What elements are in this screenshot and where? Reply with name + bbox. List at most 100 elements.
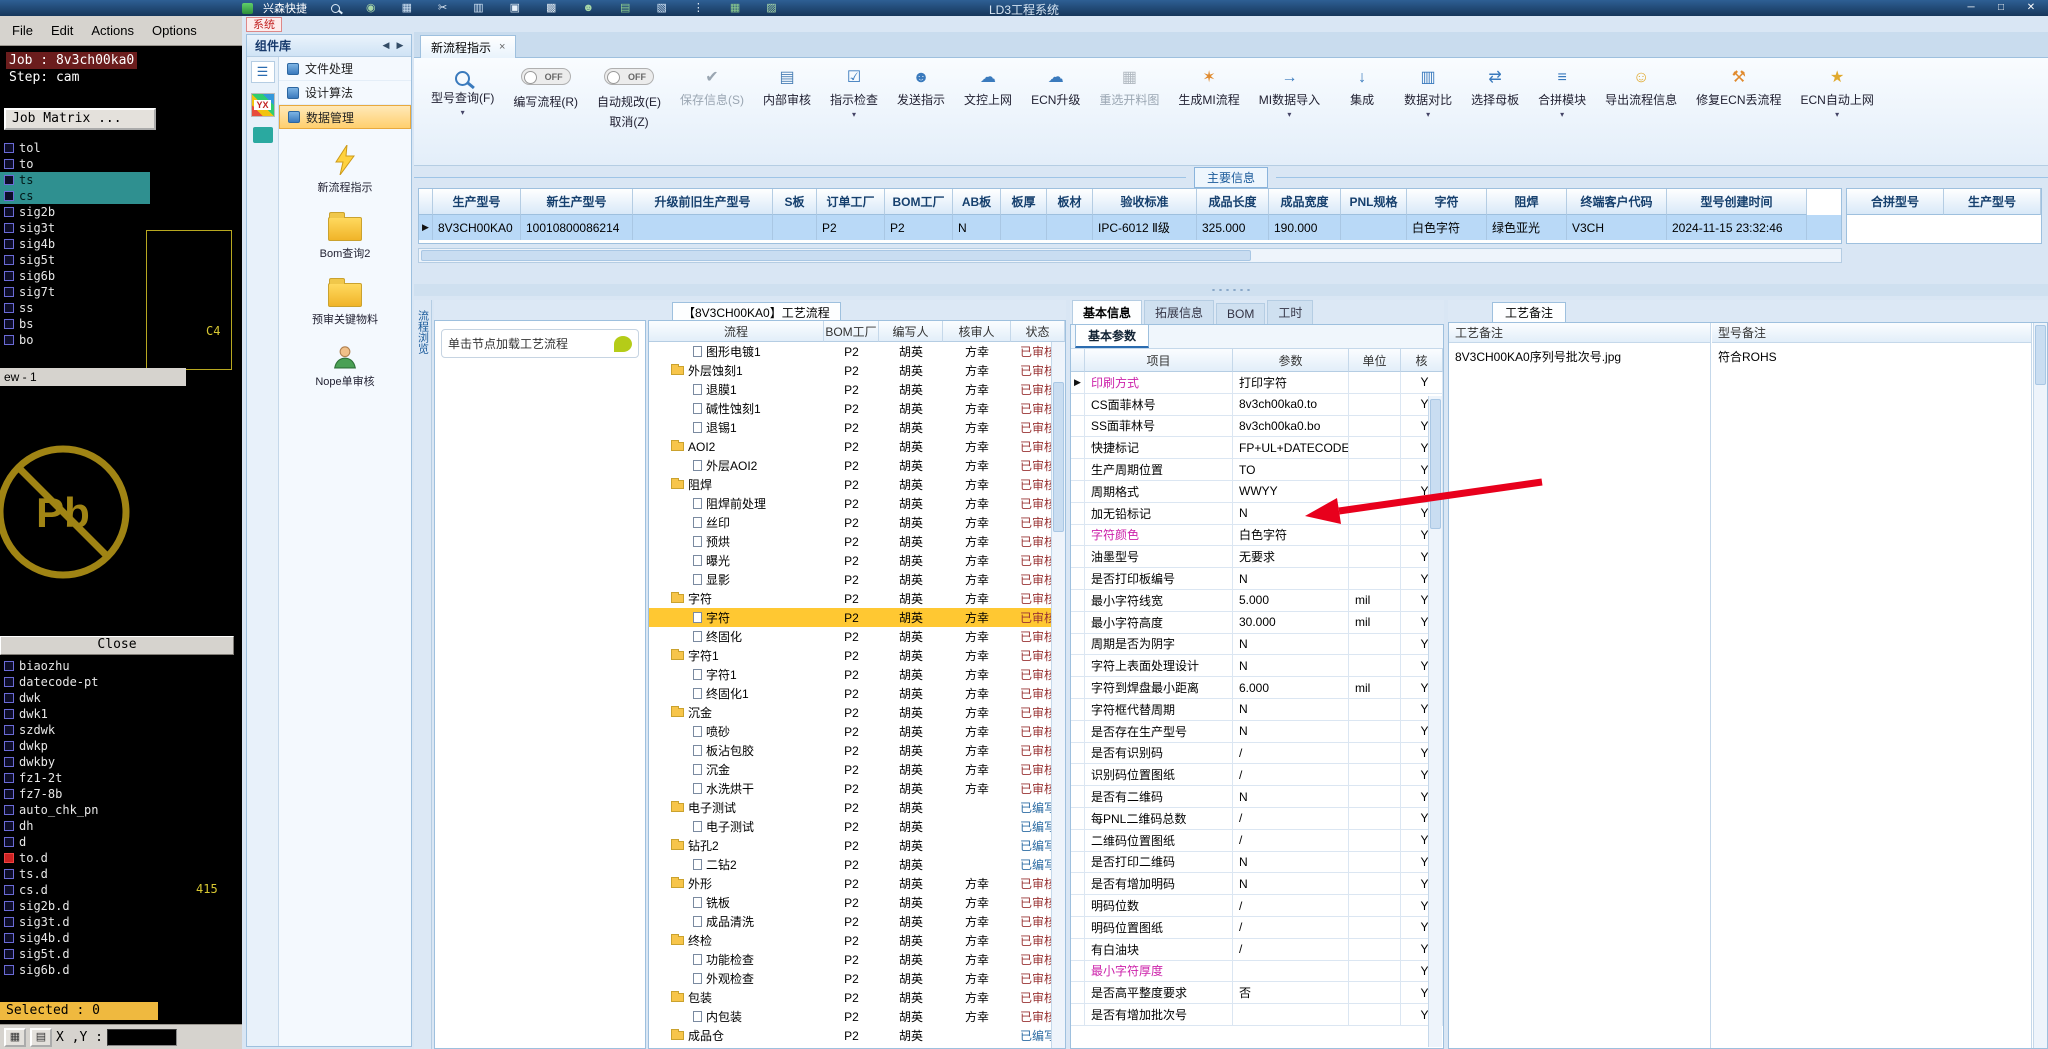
param-row[interactable]: 识别码位置图纸 / Y <box>1071 764 1443 787</box>
ribbon-button[interactable]: ≡ 合拼模块 ▾ <box>1533 66 1591 121</box>
param-row[interactable]: 最小字符线宽 5.000 mil Y <box>1071 589 1443 612</box>
scrollbar-thumb[interactable] <box>421 250 1251 261</box>
layer-row[interactable]: sig6b <box>0 268 150 284</box>
param-value[interactable]: WWYY <box>1233 480 1349 502</box>
column-header[interactable]: 编写人 <box>879 321 943 342</box>
ribbon-button[interactable]: ☺ 导出流程信息 ▾ <box>1600 66 1682 121</box>
process-row[interactable]: 水洗烘干 P2 胡英 方幸 已审核 <box>649 779 1065 798</box>
column-header[interactable]: 验收标准 <box>1093 189 1197 215</box>
process-row[interactable]: 终固化1 P2 胡英 方幸 已审核 <box>649 684 1065 703</box>
layer-row[interactable]: to <box>0 156 150 172</box>
process-row[interactable]: 终检 P2 胡英 方幸 已审核 <box>649 931 1065 950</box>
column-header[interactable]: 升级前旧生产型号 <box>633 189 773 215</box>
nav-forward-icon[interactable]: ▶ <box>393 40 407 51</box>
param-value[interactable]: 6.000 <box>1233 677 1349 698</box>
param-row[interactable]: 周期是否为阴字 N Y <box>1071 633 1443 656</box>
param-value[interactable]: / <box>1233 895 1349 916</box>
param-row[interactable]: 生产周期位置 TO Y <box>1071 459 1443 481</box>
column-header[interactable]: 生产型号 <box>433 189 521 215</box>
ribbon-button[interactable]: ▥ 数据对比 ▾ <box>1399 66 1457 121</box>
process-row[interactable]: 喷砂 P2 胡英 方幸 已审核 <box>649 722 1065 741</box>
vertical-scrollbar[interactable] <box>1428 396 1442 1047</box>
column-header[interactable]: 订单工厂 <box>817 189 885 215</box>
scrollbar-thumb[interactable] <box>2035 325 2046 385</box>
maximize-button[interactable]: □ <box>1986 0 2016 15</box>
layer-row[interactable]: ts <box>0 172 150 188</box>
layer-color-chip[interactable] <box>4 239 14 249</box>
layer-color-chip[interactable] <box>4 869 14 879</box>
column-header[interactable]: 型号创建时间 <box>1667 189 1807 215</box>
table-row[interactable]: ▶ 8V3CH00KA0 10010800086214 P2 P2 N IPC-6012 … <box>419 215 1841 240</box>
param-value[interactable]: N <box>1233 851 1349 873</box>
param-value[interactable]: 8v3ch00ka0.bo <box>1233 415 1349 437</box>
layer-row[interactable]: sig3t <box>0 220 150 236</box>
param-value[interactable]: / <box>1233 916 1349 938</box>
param-value[interactable]: N <box>1233 655 1349 677</box>
layer-color-chip[interactable] <box>4 159 14 169</box>
process-row[interactable]: 二钻2 P2 胡英 已编写 <box>649 855 1065 874</box>
column-header[interactable]: 生产型号 <box>1944 189 2041 215</box>
param-row[interactable]: 加无铅标记 N Y <box>1071 502 1443 525</box>
layer-color-chip[interactable] <box>4 223 14 233</box>
layer-color-chip[interactable] <box>4 709 14 719</box>
process-row[interactable]: 退膜1 P2 胡英 方幸 已审核 <box>649 380 1065 399</box>
layer-color-chip[interactable] <box>4 917 14 927</box>
param-value[interactable]: 无要求 <box>1233 546 1349 568</box>
param-value[interactable]: / <box>1233 742 1349 764</box>
ribbon-button[interactable]: OFF 自动规改(E) 取消(Z) ▾ <box>592 66 666 143</box>
param-value[interactable]: N <box>1233 786 1349 807</box>
system-tab[interactable]: 系统 <box>246 17 282 32</box>
chevron-down-icon[interactable]: ▾ <box>1835 111 1839 119</box>
layer-row[interactable]: bs <box>0 316 150 332</box>
layer-row[interactable]: auto_chk_pn <box>0 802 150 818</box>
column-header[interactable]: 流程 <box>649 321 824 342</box>
param-value[interactable]: / <box>1233 829 1349 851</box>
param-value[interactable]: N <box>1233 720 1349 742</box>
process-row[interactable]: 外层AOI2 P2 胡英 方幸 已审核 <box>649 456 1065 475</box>
layer-color-chip[interactable] <box>4 773 14 783</box>
column-header[interactable]: 合拼型号 <box>1847 189 1944 215</box>
column-header[interactable]: 单位 <box>1349 349 1401 372</box>
param-row[interactable]: 是否有增加明码 N Y <box>1071 873 1443 896</box>
scrollbar-thumb[interactable] <box>1053 382 1064 532</box>
process-row[interactable]: AOI2 P2 胡英 方幸 已审核 <box>649 437 1065 456</box>
layer-color-chip[interactable] <box>4 789 14 799</box>
column-header[interactable]: 核审人 <box>943 321 1011 342</box>
layer-row[interactable]: fz7-8b <box>0 786 150 802</box>
param-value[interactable]: N <box>1233 633 1349 655</box>
layer-color-chip[interactable] <box>4 255 14 265</box>
off-toggle-switch[interactable]: OFF <box>604 68 654 85</box>
layer-row[interactable]: biaozhu <box>0 658 150 674</box>
param-value[interactable]: 30.000 <box>1233 611 1349 633</box>
layer-row[interactable]: bo <box>0 332 150 348</box>
layer-row[interactable]: sig5t.d <box>0 946 150 962</box>
process-row[interactable]: 阻焊 P2 胡英 方幸 已审核 <box>649 475 1065 494</box>
column-header[interactable]: 核 <box>1401 349 1443 372</box>
param-row[interactable]: 明码位置图纸 / Y <box>1071 916 1443 939</box>
layer-row[interactable]: datecode-pt <box>0 674 150 690</box>
tool-bom-query[interactable]: Bom查询2 <box>320 211 370 261</box>
process-row[interactable]: 丝印 P2 胡英 方幸 已审核 <box>649 513 1065 532</box>
process-row[interactable]: 外观检查 P2 胡英 方幸 已审核 <box>649 969 1065 988</box>
layer-row[interactable]: to.d <box>0 850 150 866</box>
param-value[interactable]: 8v3ch00ka0.to <box>1233 393 1349 415</box>
process-row[interactable]: 板沾包胶 P2 胡英 方幸 已审核 <box>649 741 1065 760</box>
layer-row[interactable]: dwk1 <box>0 706 150 722</box>
param-value[interactable]: / <box>1233 764 1349 786</box>
ribbon-button[interactable]: ☑ 指示检查 ▾ <box>825 66 883 121</box>
close-button[interactable]: ✕ <box>2016 0 2046 15</box>
process-row[interactable]: 包装 P2 胡英 方幸 已审核 <box>649 988 1065 1007</box>
cam-menu-item[interactable]: Actions <box>91 23 134 38</box>
param-value[interactable]: TO <box>1233 459 1349 480</box>
layer-color-chip[interactable] <box>4 725 14 735</box>
param-row[interactable]: 是否有识别码 / Y <box>1071 742 1443 765</box>
param-row[interactable]: 每PNL二维码总数 / Y <box>1071 807 1443 830</box>
layer-row[interactable]: sig4b.d <box>0 930 150 946</box>
job-matrix-button[interactable]: Job Matrix ... <box>4 108 156 130</box>
param-row[interactable]: 是否打印二维码 N Y <box>1071 851 1443 874</box>
process-row[interactable]: 终固化 P2 胡英 方幸 已审核 <box>649 627 1065 646</box>
param-value[interactable]: 5.000 <box>1233 589 1349 611</box>
process-row[interactable]: 字符 P2 胡英 方幸 已审核 <box>649 608 1065 627</box>
layer-color-chip[interactable] <box>4 757 14 767</box>
param-row[interactable]: 有白油块 / Y <box>1071 938 1443 961</box>
